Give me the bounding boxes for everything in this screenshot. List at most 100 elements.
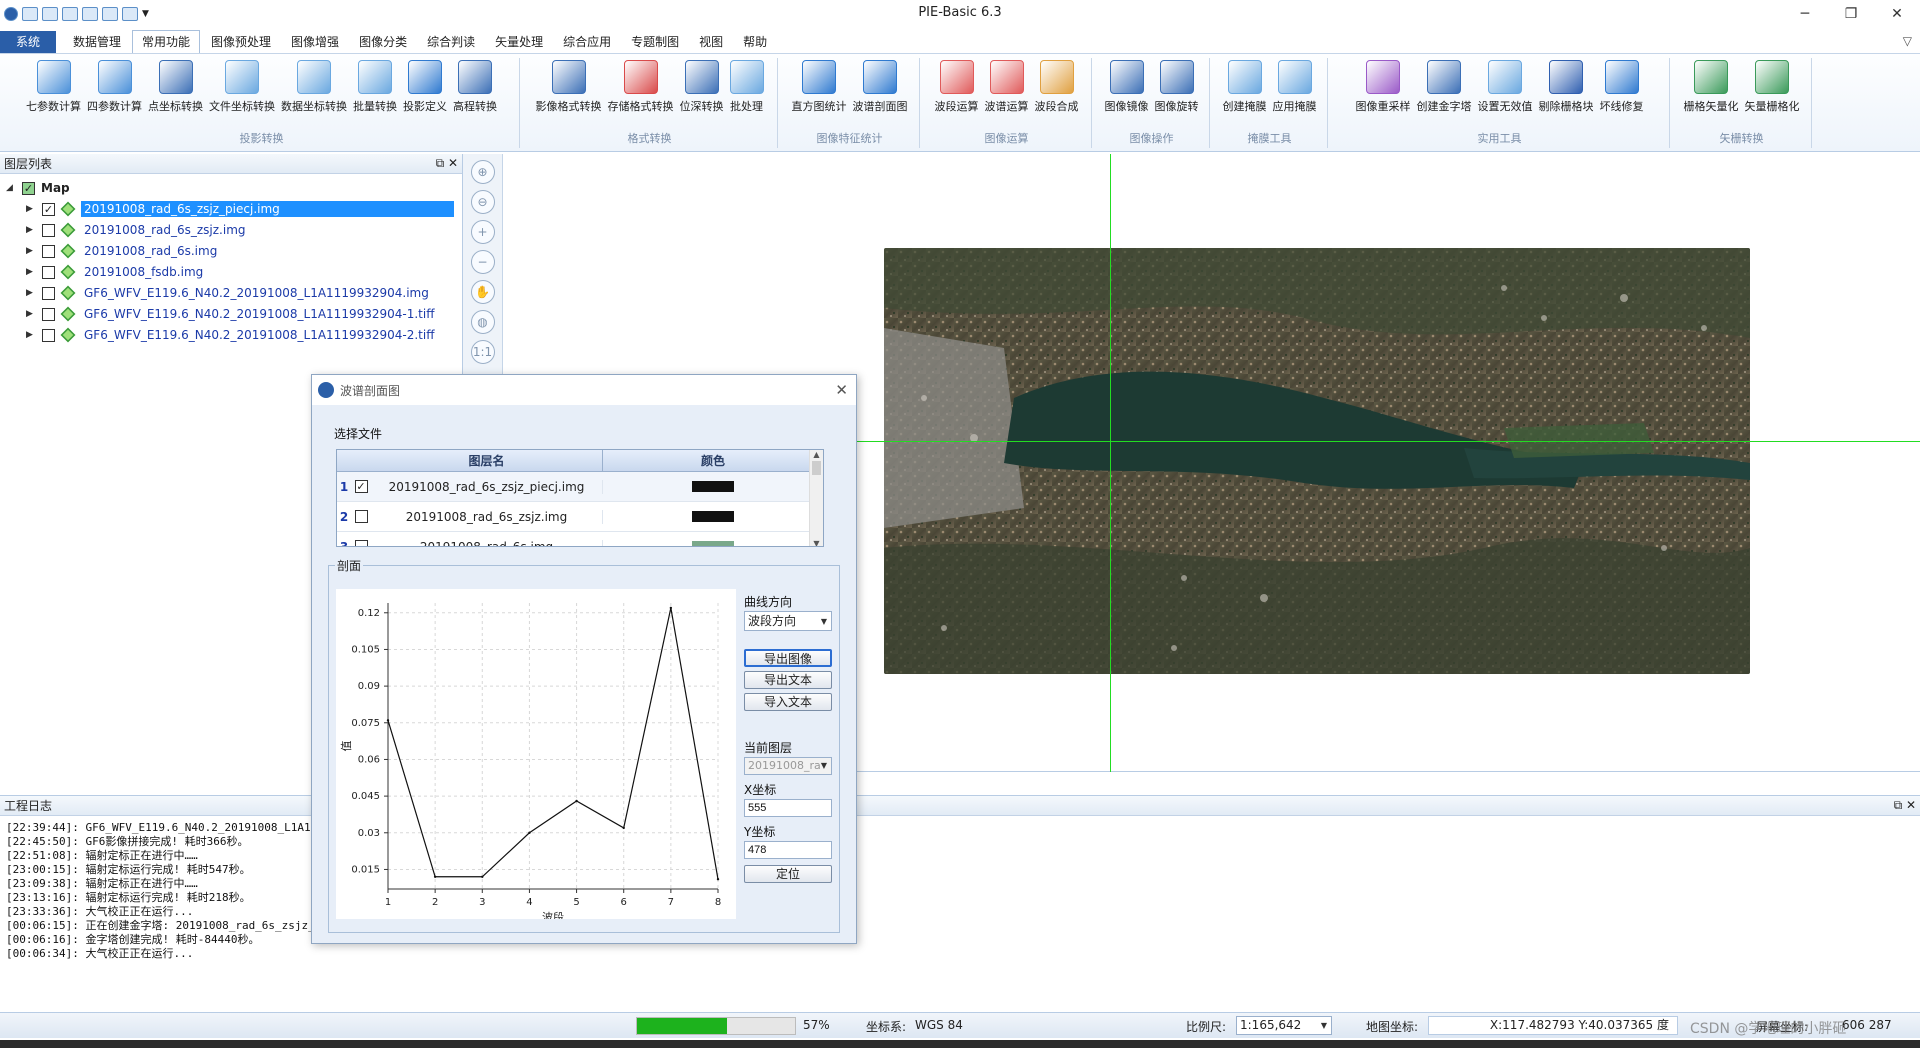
ribbon-button-1-2[interactable]: 位深转换	[677, 58, 727, 128]
menu-tab-8[interactable]: 专题制图	[622, 31, 688, 53]
menu-tab-6[interactable]: 矢量处理	[486, 31, 552, 53]
dialog-title-bar[interactable]: 波谱剖面图 ✕	[312, 375, 856, 405]
zoom-out-box-icon[interactable]: ⊖	[470, 190, 495, 214]
ribbon-button-0-2[interactable]: 点坐标转换	[145, 58, 206, 128]
export-image-button[interactable]: 导出图像	[744, 649, 832, 667]
expand-arrow-icon[interactable]: ▶	[26, 225, 36, 235]
menu-system[interactable]: 系统	[0, 31, 56, 53]
ribbon-button-0-3[interactable]: 文件坐标转换	[206, 58, 278, 128]
zoom-in-box-icon[interactable]: ⊕	[470, 160, 495, 184]
pan-hand-icon[interactable]: ✋	[470, 280, 495, 304]
collapse-arrow-icon[interactable]: ◢	[6, 183, 16, 193]
new-file-icon[interactable]	[22, 7, 38, 21]
layer-checkbox[interactable]	[42, 286, 55, 300]
row-checkbox[interactable]: ✓	[354, 480, 368, 493]
ribbon-button-1-1[interactable]: 存储格式转换	[605, 58, 677, 128]
ribbon-collapse-icon[interactable]: ▽	[1903, 34, 1912, 48]
expand-arrow-icon[interactable]: ▶	[26, 204, 36, 214]
layer-checkbox[interactable]	[42, 328, 55, 342]
ribbon-button-6-0[interactable]: 图像重采样	[1353, 58, 1414, 128]
expand-arrow-icon[interactable]: ▶	[26, 309, 36, 319]
minimize-button[interactable]: ─	[1782, 0, 1828, 28]
menu-tab-9[interactable]: 视图	[690, 31, 732, 53]
layer-checkbox[interactable]: ✓	[42, 202, 55, 216]
dialog-close-button[interactable]: ✕	[835, 381, 848, 399]
layer-item[interactable]: ▶ GF6_WFV_E119.6_N40.2_20191008_L1A111993…	[26, 283, 432, 303]
menu-tab-4[interactable]: 图像分类	[350, 31, 416, 53]
save-icon[interactable]	[62, 7, 78, 21]
expand-arrow-icon[interactable]: ▶	[26, 267, 36, 277]
ribbon-button-5-0[interactable]: 创建掩膜	[1220, 58, 1270, 128]
row-checkbox[interactable]	[354, 510, 368, 523]
full-extent-globe-icon[interactable]: ◍	[470, 310, 495, 334]
layer-item[interactable]: ▶ ✓ 20191008_rad_6s_zsjz_piecj.img	[26, 199, 454, 219]
layer-table-row[interactable]: 3 20191008_rad_6s.img	[337, 532, 823, 546]
layer-item[interactable]: ▶ 20191008_fsdb.img	[26, 262, 206, 282]
ribbon-button-6-2[interactable]: 设置无效值	[1475, 58, 1536, 128]
open-file-icon[interactable]	[42, 7, 58, 21]
layer-checkbox[interactable]	[42, 244, 55, 258]
y-coord-input[interactable]	[744, 841, 832, 859]
ribbon-button-7-0[interactable]: 栅格矢量化	[1681, 58, 1742, 128]
ribbon-button-0-6[interactable]: 投影定义	[400, 58, 450, 128]
ribbon-button-3-2[interactable]: 波段合成	[1032, 58, 1082, 128]
row-color-swatch[interactable]	[692, 511, 734, 522]
menu-tab-7[interactable]: 综合应用	[554, 31, 620, 53]
expand-arrow-icon[interactable]: ▶	[26, 288, 36, 298]
ribbon-button-1-3[interactable]: 批处理	[727, 58, 767, 128]
ribbon-button-0-0[interactable]: 七参数计算	[23, 58, 84, 128]
ribbon-button-0-7[interactable]: 高程转换	[450, 58, 500, 128]
undo-icon[interactable]	[102, 7, 118, 21]
ribbon-button-3-0[interactable]: 波段运算	[932, 58, 982, 128]
log-panel-pin-close-icon[interactable]: ⧉ ✕	[1894, 798, 1916, 813]
layer-checkbox[interactable]	[42, 223, 55, 237]
ribbon-button-5-1[interactable]: 应用掩膜	[1270, 58, 1320, 128]
menu-tab-10[interactable]: 帮助	[734, 31, 776, 53]
import-text-button[interactable]: 导入文本	[744, 693, 832, 711]
ribbon-button-0-4[interactable]: 数据坐标转换	[278, 58, 350, 128]
layer-item[interactable]: ▶ GF6_WFV_E119.6_N40.2_20191008_L1A111993…	[26, 325, 437, 345]
curve-direction-select[interactable]: 波段方向 ▼	[744, 611, 832, 631]
panel-pin-close-icon[interactable]: ⧉ ✕	[436, 156, 458, 171]
layer-table-row[interactable]: 1 ✓ 20191008_rad_6s_zsjz_piecj.img	[337, 472, 823, 502]
zoom-in-icon[interactable]: +	[470, 220, 495, 244]
ribbon-button-6-1[interactable]: 创建金字塔	[1414, 58, 1475, 128]
close-button[interactable]: ✕	[1874, 0, 1920, 28]
layer-item[interactable]: ▶ 20191008_rad_6s.img	[26, 241, 220, 261]
scroll-thumb[interactable]	[812, 461, 821, 475]
menu-tab-3[interactable]: 图像增强	[282, 31, 348, 53]
map-checkbox[interactable]: ✓	[22, 181, 35, 195]
layer-item[interactable]: ▶ 20191008_rad_6s_zsjz.img	[26, 220, 249, 240]
menu-tab-1[interactable]: 常用功能	[132, 30, 201, 53]
ribbon-button-6-4[interactable]: 坏线修复	[1597, 58, 1647, 128]
zoom-out-icon[interactable]: −	[470, 250, 495, 274]
layer-table-row[interactable]: 2 20191008_rad_6s_zsjz.img	[337, 502, 823, 532]
scroll-down-icon[interactable]: ▼	[810, 539, 823, 546]
ribbon-button-0-1[interactable]: 四参数计算	[84, 58, 145, 128]
customize-dropdown-icon[interactable]: ▼	[142, 9, 149, 19]
ribbon-button-4-1[interactable]: 图像旋转	[1152, 58, 1202, 128]
menu-tab-5[interactable]: 综合判读	[418, 31, 484, 53]
ribbon-button-2-1[interactable]: 波谱剖面图	[850, 58, 911, 128]
ribbon-button-0-5[interactable]: 批量转换	[350, 58, 400, 128]
scroll-up-icon[interactable]: ▲	[810, 450, 823, 459]
ribbon-button-3-1[interactable]: 波谱运算	[982, 58, 1032, 128]
table-scrollbar[interactable]: ▲ ▼	[809, 450, 823, 546]
export-text-button[interactable]: 导出文本	[744, 671, 832, 689]
row-checkbox[interactable]	[354, 540, 368, 546]
menu-tab-2[interactable]: 图像预处理	[202, 31, 280, 53]
one-to-one-icon[interactable]: 1:1	[470, 340, 495, 364]
layer-checkbox[interactable]	[42, 265, 55, 279]
row-color-swatch[interactable]	[692, 481, 734, 492]
ribbon-button-2-0[interactable]: 直方图统计	[789, 58, 850, 128]
redo-icon[interactable]	[122, 7, 138, 21]
ribbon-button-7-1[interactable]: 矢量栅格化	[1742, 58, 1803, 128]
layer-checkbox[interactable]	[42, 307, 55, 321]
menu-tab-0[interactable]: 数据管理	[64, 31, 130, 53]
ribbon-button-1-0[interactable]: 影像格式转换	[533, 58, 605, 128]
ribbon-button-4-0[interactable]: 图像镜像	[1102, 58, 1152, 128]
scale-select[interactable]: 1:165,642 ▼	[1236, 1016, 1332, 1035]
ribbon-button-6-3[interactable]: 剔除栅格块	[1536, 58, 1597, 128]
expand-arrow-icon[interactable]: ▶	[26, 246, 36, 256]
save-as-icon[interactable]	[82, 7, 98, 21]
